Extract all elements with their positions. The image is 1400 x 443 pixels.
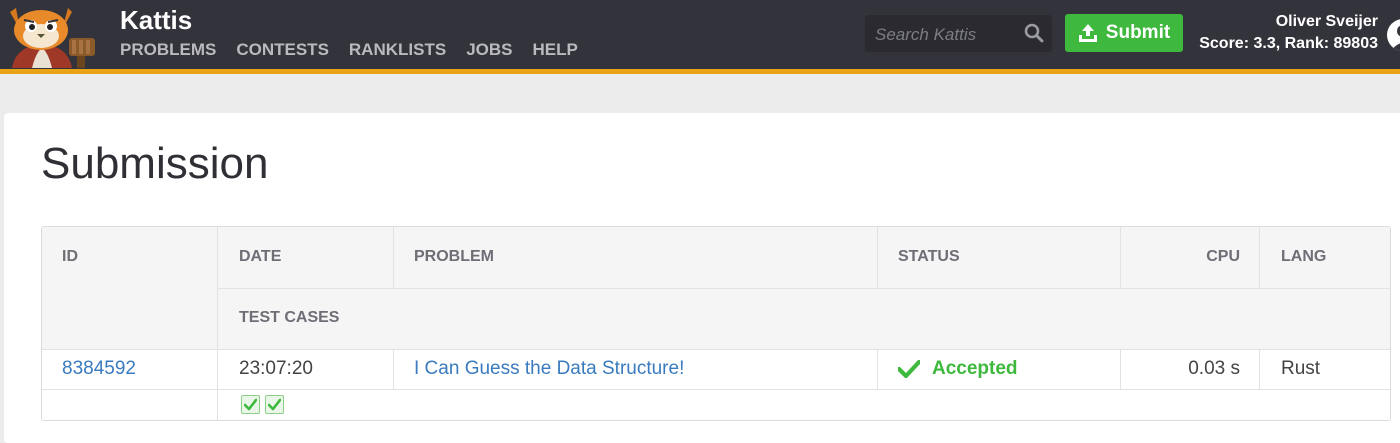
- submission-id-link[interactable]: 8384592: [62, 358, 136, 380]
- header-date[interactable]: DATE: [239, 248, 281, 266]
- header-bottom-border: [42, 349, 1390, 350]
- nav-help[interactable]: HELP: [532, 40, 577, 60]
- submission-date: 23:07:20: [239, 358, 313, 379]
- header-cpu[interactable]: CPU: [1120, 248, 1240, 266]
- col-divider: [217, 227, 218, 420]
- search-icon[interactable]: [1024, 23, 1044, 43]
- submit-label: Submit: [1105, 22, 1171, 43]
- page-title: Submission: [41, 139, 269, 188]
- search-input[interactable]: [865, 15, 1027, 54]
- search-box: [865, 15, 1052, 54]
- language: Rust: [1281, 358, 1321, 379]
- check-icon: [268, 398, 281, 411]
- check-icon: [898, 360, 920, 378]
- header-test-cases: TEST CASES: [239, 309, 340, 326]
- kattis-logo[interactable]: [2, 2, 106, 68]
- check-icon: [244, 398, 257, 411]
- user-score: Score: 3.3, Rank: 89803: [1199, 35, 1378, 52]
- nav-jobs[interactable]: JOBS: [466, 40, 512, 60]
- test-case-passed[interactable]: [265, 395, 284, 414]
- col-divider: [393, 227, 394, 288]
- submission-table: ID DATE PROBLEM STATUS CPU LANG TEST CAS…: [41, 226, 1391, 421]
- col-divider: [1259, 227, 1260, 288]
- status-badge: Accepted: [898, 358, 1018, 380]
- navbar-accent-line: [0, 69, 1400, 74]
- submit-button[interactable]: Submit: [1065, 14, 1183, 52]
- row-divider: [42, 389, 1390, 390]
- nav-ranklists[interactable]: RANKLISTS: [349, 40, 446, 60]
- brand-name[interactable]: Kattis: [120, 5, 192, 36]
- col-divider: [877, 349, 878, 389]
- col-divider: [393, 349, 394, 389]
- user-name[interactable]: Oliver Sveijer: [1276, 13, 1378, 31]
- upload-icon: [1078, 24, 1097, 42]
- col-divider: [877, 227, 878, 288]
- test-case-passed[interactable]: [241, 395, 260, 414]
- header-id[interactable]: ID: [62, 248, 78, 266]
- header-status[interactable]: STATUS: [898, 248, 960, 266]
- nav-problems[interactable]: PROBLEMS: [120, 40, 216, 60]
- col-divider: [1259, 349, 1260, 389]
- header-problem[interactable]: PROBLEM: [414, 248, 494, 266]
- cpu-time: 0.03 s: [1188, 358, 1240, 379]
- nav-contests[interactable]: CONTESTS: [236, 40, 329, 60]
- main-nav: PROBLEMS CONTESTS RANKLISTS JOBS HELP: [120, 40, 598, 60]
- header-divider: [217, 288, 1390, 289]
- header-lang[interactable]: LANG: [1281, 248, 1326, 266]
- problem-link[interactable]: I Can Guess the Data Structure!: [414, 358, 684, 380]
- status-text: Accepted: [932, 358, 1018, 379]
